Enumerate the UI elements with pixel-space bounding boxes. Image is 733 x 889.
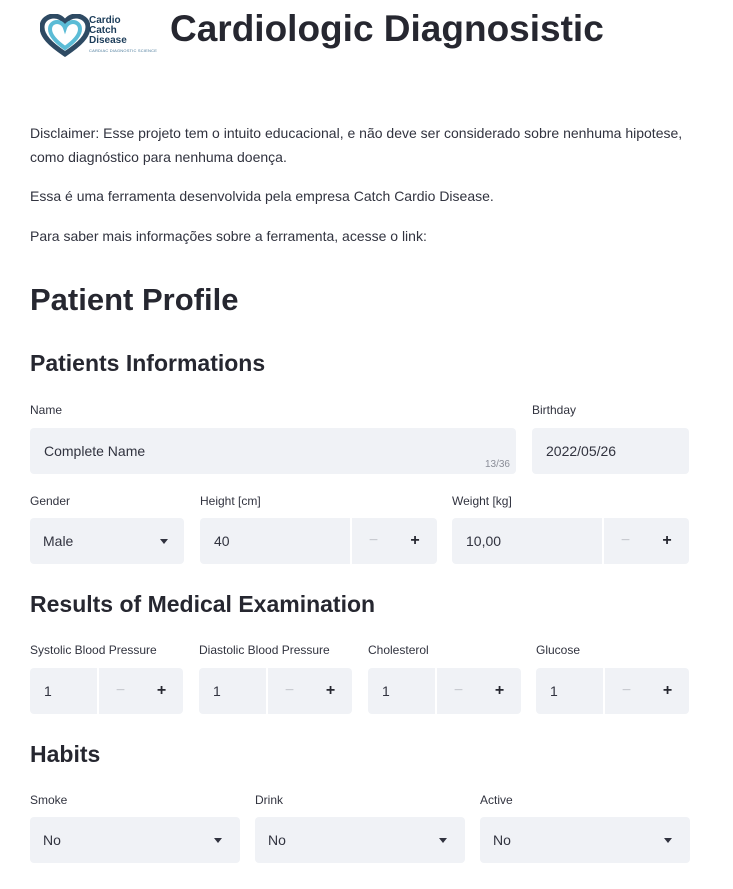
active-select[interactable]: No	[480, 817, 690, 863]
diastolic-number-input[interactable]: 1 − +	[199, 668, 352, 714]
weight-decrement-button[interactable]: −	[602, 518, 647, 564]
chevron-down-icon	[439, 838, 447, 843]
link-text: Para saber mais informações sobre a ferr…	[30, 228, 427, 244]
height-decrement-button[interactable]: −	[350, 518, 395, 564]
cholesterol-decrement-button[interactable]: −	[435, 668, 480, 714]
logo-tagline: CARDIAC DIAGNOSTIC SCIENCE	[89, 48, 158, 53]
chevron-down-icon	[160, 539, 168, 544]
logo-text: Cardio Catch Disease	[89, 16, 127, 46]
birthday-label: Birthday	[532, 403, 577, 417]
smoke-select[interactable]: No	[30, 817, 240, 863]
systolic-increment-button[interactable]: +	[140, 668, 183, 714]
gender-value: Male	[43, 533, 74, 549]
weight-label: Weight [kg]	[452, 494, 512, 508]
drink-select[interactable]: No	[255, 817, 465, 863]
active-value: No	[493, 832, 511, 848]
chevron-down-icon	[664, 838, 672, 843]
diastolic-label: Diastolic Blood Pressure	[199, 643, 330, 657]
glucose-increment-button[interactable]: +	[646, 668, 689, 714]
systolic-label: Systolic Blood Pressure	[30, 643, 157, 657]
glucose-value: 1	[550, 683, 558, 699]
disclaimer-text: Disclaimer: Esse projeto tem o intuito e…	[30, 125, 683, 165]
height-number-input[interactable]: 40 − +	[200, 518, 437, 564]
systolic-number-input[interactable]: 1 − +	[30, 668, 183, 714]
birthday-value: 2022/05/26	[546, 443, 617, 459]
chevron-down-icon	[214, 838, 222, 843]
logo-line-disease: Disease	[89, 35, 127, 46]
smoke-label: Smoke	[30, 793, 68, 807]
logo-icon	[40, 14, 90, 58]
weight-increment-button[interactable]: +	[645, 518, 689, 564]
diastolic-increment-button[interactable]: +	[309, 668, 352, 714]
cholesterol-number-input[interactable]: 1 − +	[368, 668, 521, 714]
company-text: Essa é uma ferramenta desenvolvida pela …	[30, 188, 494, 204]
patient-profile-heading: Patient Profile	[30, 282, 239, 317]
cholesterol-value: 1	[382, 683, 390, 699]
gender-label: Gender	[30, 494, 71, 508]
name-char-counter: 13/36	[484, 459, 510, 470]
cholesterol-label: Cholesterol	[368, 643, 429, 657]
systolic-decrement-button[interactable]: −	[97, 668, 142, 714]
cholesterol-increment-button[interactable]: +	[478, 668, 521, 714]
drink-label: Drink	[255, 793, 284, 807]
height-value: 40	[214, 533, 230, 549]
systolic-value: 1	[44, 683, 52, 699]
name-value: Complete Name	[44, 443, 146, 459]
weight-number-input[interactable]: 10,00 − +	[452, 518, 689, 564]
weight-value: 10,00	[466, 533, 502, 549]
patients-informations-heading: Patients Informations	[30, 350, 266, 376]
medical-examination-heading: Results of Medical Examination	[30, 591, 376, 617]
active-label: Active	[480, 793, 513, 807]
habits-heading: Habits	[30, 741, 101, 767]
drink-value: No	[268, 832, 286, 848]
name-label: Name	[30, 403, 63, 417]
diastolic-decrement-button[interactable]: −	[266, 668, 311, 714]
birthday-date-input[interactable]: 2022/05/26	[532, 428, 689, 474]
app-title: Cardiologic Diagnosistic	[170, 8, 604, 49]
height-label: Height [cm]	[200, 494, 261, 508]
glucose-number-input[interactable]: 1 − +	[536, 668, 689, 714]
height-increment-button[interactable]: +	[393, 518, 437, 564]
name-input[interactable]: Complete Name 13/36	[30, 428, 516, 474]
glucose-label: Glucose	[536, 643, 581, 657]
diastolic-value: 1	[213, 683, 221, 699]
gender-select[interactable]: Male	[30, 518, 184, 564]
glucose-decrement-button[interactable]: −	[603, 668, 648, 714]
smoke-value: No	[43, 832, 61, 848]
